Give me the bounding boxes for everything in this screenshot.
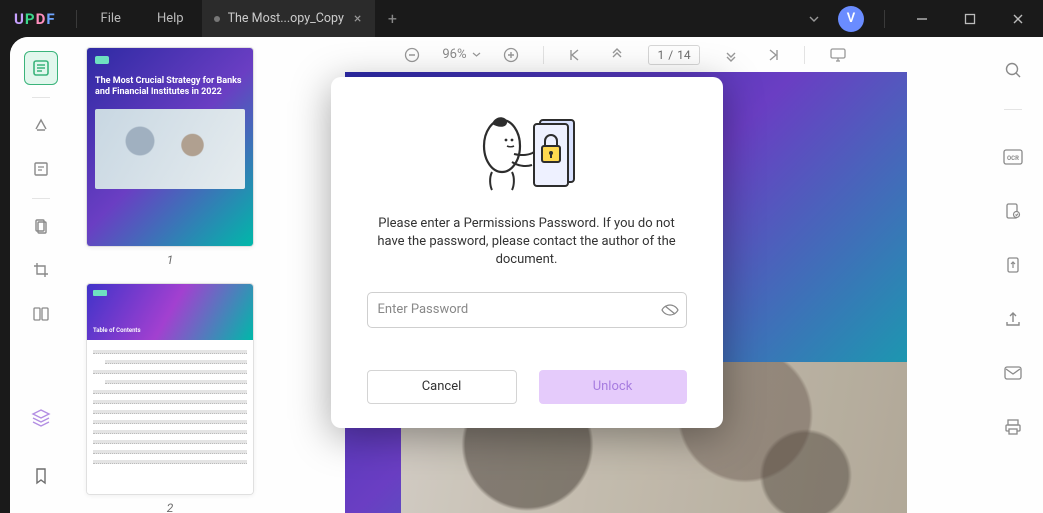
close-icon[interactable]: × [352,11,363,27]
thumb-logo-icon [95,56,109,64]
thumb-toc-heading: Table of Contents [93,327,141,334]
menu-file[interactable]: File [83,11,139,26]
logo-d: D [36,10,47,28]
chevron-down-icon[interactable] [804,13,824,25]
cancel-button[interactable]: Cancel [367,370,517,404]
avatar[interactable]: V [838,6,864,32]
thumb-photo [95,109,245,189]
app-logo: UPDF [0,10,70,28]
menu-help[interactable]: Help [139,11,202,26]
divider [884,10,885,28]
window-close-button[interactable] [1001,5,1035,33]
lock-illustration-icon [367,105,687,205]
titlebar: UPDF File Help The Most...opy_Copy × + V [0,0,1043,37]
thumb-logo-icon [93,290,107,296]
document-tab[interactable]: The Most...opy_Copy × [202,0,376,37]
modal-message: Please enter a Permissions Password. If … [367,215,687,270]
logo-f: F [46,10,55,28]
thumbnail-page-1[interactable]: The Most Crucial Strategy for Banks and … [86,47,254,247]
divider [76,10,77,28]
thumb-heading: The Most Crucial Strategy for Banks and … [95,76,245,99]
titlebar-right: V [804,5,1043,33]
toggle-visibility-icon[interactable] [661,304,679,316]
password-input[interactable] [367,292,687,328]
thumbnail-page-2[interactable]: Table of Contents [86,283,254,495]
tab-indicator-icon [214,16,220,22]
password-modal: Please enter a Permissions Password. If … [331,77,723,428]
logo-u: U [14,10,25,28]
tab-title: The Most...opy_Copy [228,11,344,26]
avatar-initial: V [847,11,855,26]
window-maximize-button[interactable] [953,5,987,33]
new-tab-button[interactable]: + [375,9,409,28]
window-minimize-button[interactable] [905,5,939,33]
logo-p: P [25,10,36,28]
unlock-button[interactable]: Unlock [539,370,687,404]
